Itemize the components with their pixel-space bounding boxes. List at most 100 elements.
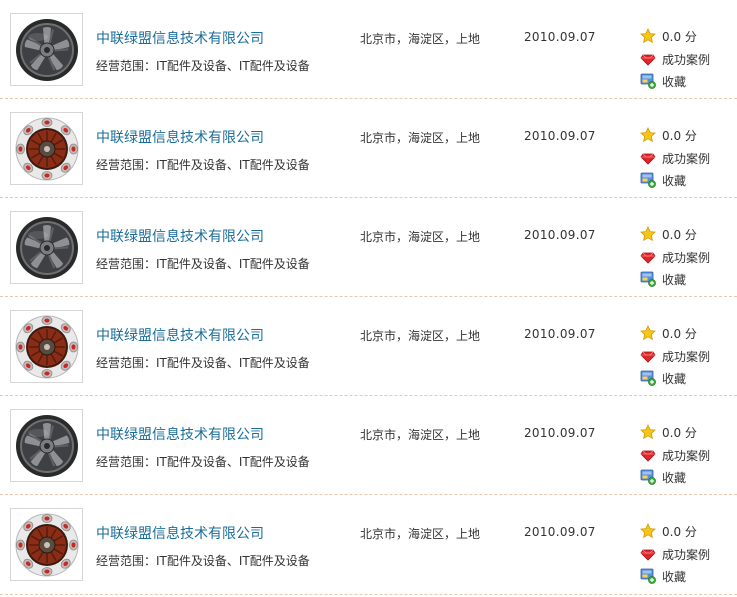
success-cases-link[interactable]: 成功案例 [640, 546, 710, 562]
company-location: 北京市，海淀区，上地 [360, 32, 481, 46]
alloy-wheel-gray-image [14, 413, 80, 479]
company-date: 2010.09.07 [524, 129, 596, 143]
success-cases-link[interactable]: 成功案例 [640, 447, 710, 463]
ruby-icon [640, 348, 656, 364]
favorite-button[interactable]: 收藏 [640, 370, 686, 386]
favorite-label: 收藏 [662, 569, 687, 584]
business-scope: 经营范围：IT配件及设备、IT配件及设备 [96, 255, 310, 272]
success-cases-label: 成功案例 [662, 448, 711, 463]
business-scope-label: 经营范围： [96, 554, 157, 568]
business-scope-value: IT配件及设备、IT配件及设备 [156, 59, 310, 73]
success-cases-label: 成功案例 [662, 547, 711, 562]
ruby-icon [640, 150, 656, 166]
star-icon [640, 424, 656, 440]
favorite-add-icon [640, 172, 656, 188]
company-logo[interactable] [10, 13, 83, 86]
company-location: 北京市，海淀区，上地 [360, 329, 481, 343]
favorite-button[interactable]: 收藏 [640, 73, 686, 89]
company-name-link[interactable]: 中联绿盟信息技术有限公司 [96, 325, 264, 345]
success-cases-label: 成功案例 [662, 250, 711, 265]
company-date: 2010.09.07 [524, 30, 596, 44]
favorite-label: 收藏 [662, 272, 687, 287]
business-scope-label: 经营范围： [96, 158, 157, 172]
business-scope-label: 经营范围： [96, 455, 157, 469]
ruby-icon [640, 249, 656, 265]
company-row: 中联绿盟信息技术有限公司 经营范围：IT配件及设备、IT配件及设备 北京市，海淀… [0, 99, 737, 198]
alloy-wheel-gray-image [14, 17, 80, 83]
favorite-add-icon [640, 271, 656, 287]
company-logo[interactable] [10, 508, 83, 581]
company-location: 北京市，海淀区，上地 [360, 131, 481, 145]
company-date: 2010.09.07 [524, 525, 596, 539]
rating: 0.0 分 [640, 226, 697, 242]
favorite-button[interactable]: 收藏 [640, 568, 686, 584]
company-row: 中联绿盟信息技术有限公司 经营范围：IT配件及设备、IT配件及设备 北京市，海淀… [0, 0, 737, 99]
rating: 0.0 分 [640, 523, 697, 539]
business-scope-value: IT配件及设备、IT配件及设备 [156, 455, 310, 469]
ruby-icon [640, 51, 656, 67]
star-icon [640, 523, 656, 539]
company-logo[interactable] [10, 211, 83, 284]
company-logo[interactable] [10, 310, 83, 383]
company-date: 2010.09.07 [524, 426, 596, 440]
ruby-icon [640, 546, 656, 562]
company-location: 北京市，海淀区，上地 [360, 428, 481, 442]
company-row: 中联绿盟信息技术有限公司 经营范围：IT配件及设备、IT配件及设备 北京市，海淀… [0, 297, 737, 396]
success-cases-link[interactable]: 成功案例 [640, 51, 710, 67]
favorite-label: 收藏 [662, 470, 687, 485]
rating: 0.0 分 [640, 424, 697, 440]
company-name-link[interactable]: 中联绿盟信息技术有限公司 [96, 523, 264, 543]
ornate-red-wheel-image [14, 314, 80, 380]
business-scope: 经营范围：IT配件及设备、IT配件及设备 [96, 354, 310, 371]
rating-value: 0.0 分 [662, 326, 697, 341]
company-row: 中联绿盟信息技术有限公司 经营范围：IT配件及设备、IT配件及设备 北京市，海淀… [0, 396, 737, 495]
company-name-link[interactable]: 中联绿盟信息技术有限公司 [96, 424, 264, 444]
success-cases-label: 成功案例 [662, 52, 711, 67]
favorite-label: 收藏 [662, 173, 687, 188]
success-cases-link[interactable]: 成功案例 [640, 348, 710, 364]
company-name-link[interactable]: 中联绿盟信息技术有限公司 [96, 28, 264, 48]
favorite-button[interactable]: 收藏 [640, 172, 686, 188]
business-scope-label: 经营范围： [96, 59, 157, 73]
company-logo[interactable] [10, 112, 83, 185]
company-date: 2010.09.07 [524, 327, 596, 341]
success-cases-link[interactable]: 成功案例 [640, 249, 710, 265]
favorite-add-icon [640, 469, 656, 485]
success-cases-label: 成功案例 [662, 349, 711, 364]
favorite-button[interactable]: 收藏 [640, 469, 686, 485]
business-scope: 经营范围：IT配件及设备、IT配件及设备 [96, 552, 310, 569]
rating-value: 0.0 分 [662, 29, 697, 44]
business-scope-value: IT配件及设备、IT配件及设备 [156, 158, 310, 172]
ornate-red-wheel-image [14, 116, 80, 182]
star-icon [640, 28, 656, 44]
success-cases-label: 成功案例 [662, 151, 711, 166]
star-icon [640, 127, 656, 143]
favorite-button[interactable]: 收藏 [640, 271, 686, 287]
favorite-add-icon [640, 370, 656, 386]
business-scope: 经营范围：IT配件及设备、IT配件及设备 [96, 57, 310, 74]
alloy-wheel-gray-image [14, 215, 80, 281]
company-logo[interactable] [10, 409, 83, 482]
rating: 0.0 分 [640, 325, 697, 341]
star-icon [640, 226, 656, 242]
business-scope-label: 经营范围： [96, 257, 157, 271]
company-name-link[interactable]: 中联绿盟信息技术有限公司 [96, 226, 264, 246]
favorite-label: 收藏 [662, 74, 687, 89]
company-date: 2010.09.07 [524, 228, 596, 242]
rating-value: 0.0 分 [662, 227, 697, 242]
company-row: 中联绿盟信息技术有限公司 经营范围：IT配件及设备、IT配件及设备 北京市，海淀… [0, 495, 737, 595]
company-name-link[interactable]: 中联绿盟信息技术有限公司 [96, 127, 264, 147]
business-scope-value: IT配件及设备、IT配件及设备 [156, 554, 310, 568]
business-scope: 经营范围：IT配件及设备、IT配件及设备 [96, 156, 310, 173]
company-location: 北京市，海淀区，上地 [360, 230, 481, 244]
rating: 0.0 分 [640, 127, 697, 143]
favorite-add-icon [640, 568, 656, 584]
rating-value: 0.0 分 [662, 524, 697, 539]
business-scope: 经营范围：IT配件及设备、IT配件及设备 [96, 453, 310, 470]
star-icon [640, 325, 656, 341]
ornate-red-wheel-image [14, 512, 80, 578]
business-scope-value: IT配件及设备、IT配件及设备 [156, 356, 310, 370]
success-cases-link[interactable]: 成功案例 [640, 150, 710, 166]
rating: 0.0 分 [640, 28, 697, 44]
favorite-label: 收藏 [662, 371, 687, 386]
